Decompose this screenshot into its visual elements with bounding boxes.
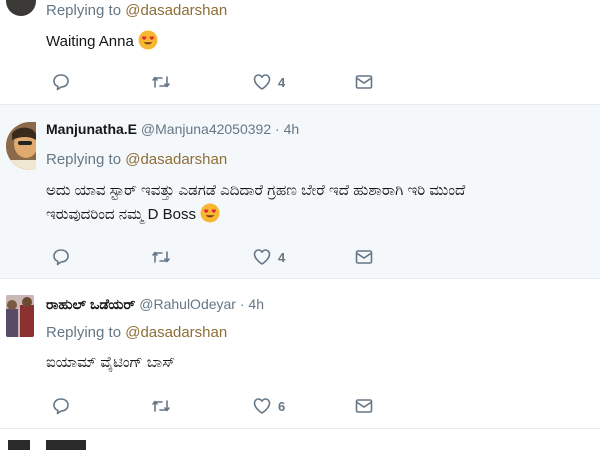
avatar-photo-icon bbox=[6, 122, 36, 170]
avatar-photo-icon bbox=[6, 295, 34, 337]
user-handle[interactable]: @RahulOdeyar bbox=[139, 296, 236, 312]
retweet-icon bbox=[152, 76, 170, 88]
heart-icon bbox=[253, 398, 271, 414]
retweet-button[interactable] bbox=[150, 70, 172, 94]
avatar[interactable] bbox=[6, 122, 36, 170]
reply-button[interactable] bbox=[51, 245, 71, 269]
tweet-text: Waiting Anna bbox=[46, 30, 594, 54]
reply-button[interactable] bbox=[51, 70, 71, 94]
direct-message-button[interactable] bbox=[354, 70, 374, 94]
timestamp[interactable]: 4h bbox=[284, 121, 300, 137]
tweet-item[interactable]: ರಾಹುಲ್ ಒಡೆಯರ್ @RahulOdeyar · 4h Replying… bbox=[0, 279, 600, 429]
tweet-text: ಅದು ಯಾವ ಸ್ಟಾರ್ ಇವತ್ತು ಎಡಗಡೆ ಎದಿದಾರೆ ಗ್ರಹ… bbox=[46, 182, 466, 223]
display-name[interactable]: ರಾಹುಲ್ ಒಡೆಯರ್ bbox=[46, 296, 135, 312]
reply-icon bbox=[53, 74, 69, 91]
heart-icon bbox=[253, 249, 271, 265]
tweet-text: ಐಯಾಮ್ ವೈಟಿಂಗ್ ಬಾಸ್ bbox=[46, 354, 176, 371]
envelope-icon bbox=[355, 250, 373, 264]
tweet-item[interactable]: Replying to @dasadarshan Waiting Anna 4 bbox=[0, 0, 600, 105]
tweet-header: ರಾಹುಲ್ ಒಡೆಯರ್ @RahulOdeyar · 4h bbox=[46, 296, 264, 312]
replying-to: Replying to @dasadarshan bbox=[46, 324, 228, 341]
reply-button[interactable] bbox=[51, 394, 71, 418]
replying-to: Replying to @dasadarshan bbox=[46, 151, 228, 168]
tweet-actions: 4 bbox=[46, 245, 406, 269]
mention-link[interactable]: @dasadarshan bbox=[125, 151, 227, 168]
like-count: 4 bbox=[278, 249, 286, 265]
tweet-actions: 4 bbox=[46, 70, 406, 94]
tweet-actions: 6 bbox=[46, 394, 406, 418]
envelope-icon bbox=[355, 75, 373, 89]
retweet-button[interactable] bbox=[150, 394, 172, 418]
reply-icon bbox=[53, 398, 69, 415]
heart-eyes-emoji-icon bbox=[200, 203, 220, 223]
tweet-header: Manjunatha.E @Manjuna42050392 · 4h bbox=[46, 121, 300, 137]
direct-message-button[interactable] bbox=[354, 245, 374, 269]
like-count: 4 bbox=[278, 74, 286, 90]
user-handle[interactable]: @Manjuna42050392 bbox=[141, 121, 271, 137]
like-count: 6 bbox=[278, 398, 286, 414]
retweet-icon bbox=[152, 251, 170, 263]
like-button[interactable]: 4 bbox=[252, 245, 285, 269]
direct-message-button[interactable] bbox=[354, 394, 374, 418]
retweet-icon bbox=[152, 400, 170, 412]
avatar[interactable] bbox=[6, 295, 34, 337]
heart-icon bbox=[253, 74, 271, 90]
replying-to: Replying to @dasadarshan bbox=[46, 2, 228, 19]
mention-link[interactable]: @dasadarshan bbox=[125, 2, 227, 19]
like-button[interactable]: 6 bbox=[252, 394, 285, 418]
tweet-item[interactable]: Manjunatha.E @Manjuna42050392 · 4h Reply… bbox=[0, 105, 600, 279]
mention-link[interactable]: @dasadarshan bbox=[125, 324, 227, 341]
avatar[interactable] bbox=[6, 0, 36, 16]
next-tweet-partial bbox=[0, 437, 100, 453]
like-button[interactable]: 4 bbox=[252, 70, 285, 94]
reply-icon bbox=[53, 249, 69, 266]
heart-eyes-emoji-icon bbox=[138, 30, 158, 50]
retweet-button[interactable] bbox=[150, 245, 172, 269]
envelope-icon bbox=[355, 399, 373, 413]
display-name[interactable]: Manjunatha.E bbox=[46, 121, 137, 137]
timestamp[interactable]: 4h bbox=[248, 296, 264, 312]
